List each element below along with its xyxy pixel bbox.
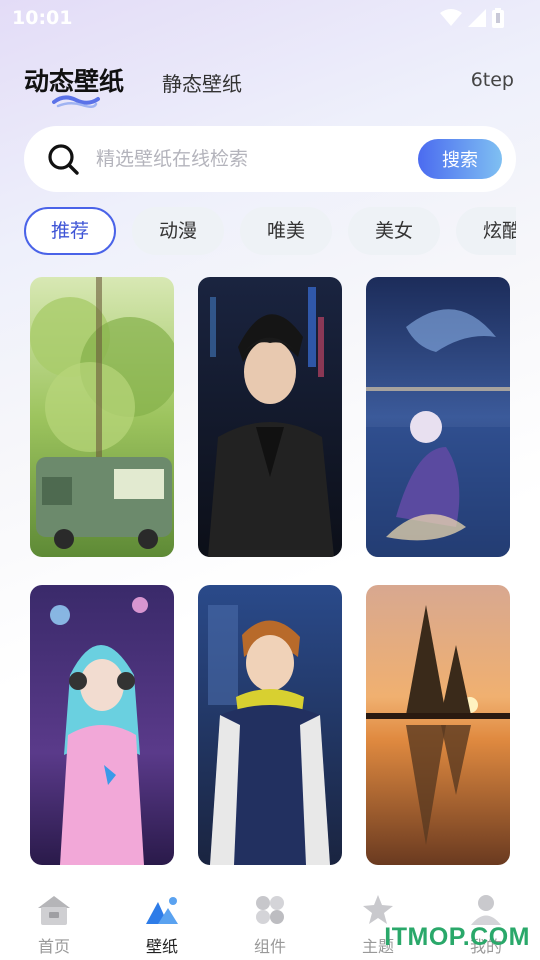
theme-icon — [363, 895, 393, 924]
category-chip-recommend[interactable]: 推荐 — [24, 207, 116, 255]
nav-item-home[interactable]: 首页 — [14, 876, 94, 960]
category-chip-beauty[interactable]: 美女 — [348, 207, 440, 255]
battery-icon — [492, 8, 504, 28]
tab-underline-indicator — [52, 95, 100, 108]
category-chip-anime[interactable]: 动漫 — [132, 207, 224, 255]
status-time: 10:01 — [12, 7, 73, 29]
nav-item-widget[interactable]: 组件 — [230, 876, 310, 960]
status-icons — [440, 8, 504, 28]
tab-dynamic-wallpaper[interactable]: 动态壁纸 — [24, 62, 124, 98]
wallpaper-card[interactable] — [366, 585, 510, 865]
top-right-label[interactable]: 6tep — [471, 69, 514, 91]
top-tabs: 动态壁纸 静态壁纸 6tep — [0, 58, 540, 108]
status-bar: 10:01 — [0, 0, 540, 36]
wallpaper-thumbnail — [30, 585, 174, 865]
signal-icon — [468, 9, 486, 27]
wallpaper-thumbnail — [198, 277, 342, 557]
wallpaper-card[interactable] — [198, 585, 342, 865]
wifi-icon — [440, 9, 462, 26]
nav-item-wallpaper[interactable]: 壁纸 — [122, 876, 202, 960]
wallpaper-thumbnail — [366, 277, 510, 557]
wallpaper-card[interactable] — [30, 585, 174, 865]
nav-label-wallpaper: 壁纸 — [145, 937, 178, 956]
category-chip-aesthetic[interactable]: 唯美 — [240, 207, 332, 255]
category-chip-row: 推荐 动漫 唯美 美女 炫酷 — [24, 207, 516, 255]
wallpaper-thumbnail — [198, 585, 342, 865]
wallpaper-card[interactable] — [198, 277, 342, 557]
wallpaper-card[interactable] — [366, 277, 510, 557]
wallpaper-icon — [146, 897, 178, 924]
home-icon — [38, 896, 70, 925]
search-bar: 搜索 — [24, 126, 516, 192]
widget-icon — [256, 896, 284, 924]
search-input[interactable] — [96, 145, 396, 173]
site-watermark: ITMOP.COM — [384, 923, 530, 951]
profile-icon — [471, 895, 501, 925]
nav-label-widget: 组件 — [253, 937, 286, 956]
search-button[interactable]: 搜索 — [418, 139, 502, 179]
wallpaper-thumbnail — [366, 585, 510, 865]
category-chip-cool[interactable]: 炫酷 — [456, 207, 516, 255]
nav-label-home: 首页 — [37, 937, 70, 956]
wallpaper-card[interactable] — [30, 277, 174, 557]
search-icon — [48, 144, 79, 175]
wallpaper-thumbnail — [30, 277, 174, 557]
tab-static-wallpaper[interactable]: 静态壁纸 — [162, 68, 242, 97]
